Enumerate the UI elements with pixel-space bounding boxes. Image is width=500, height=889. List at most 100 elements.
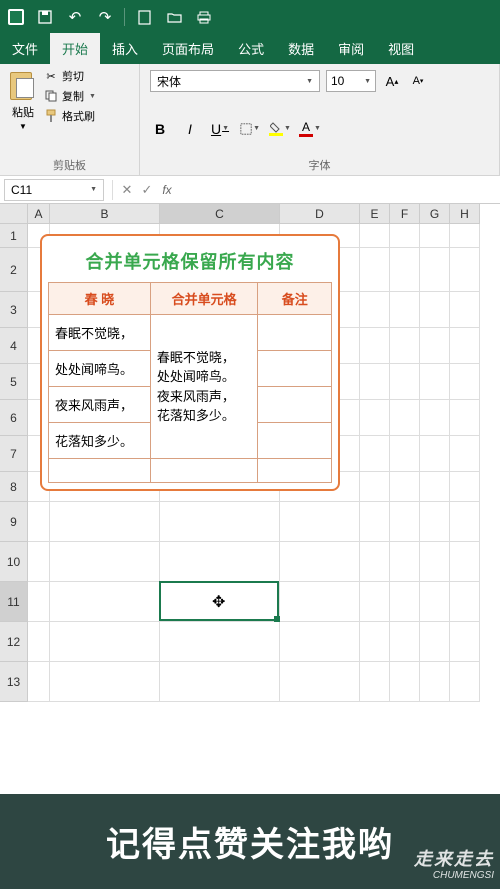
row-header[interactable]: 6 [0,400,28,436]
fx-button[interactable]: fx [157,183,177,197]
cell[interactable] [28,582,50,622]
column-header[interactable]: D [280,204,360,224]
cell[interactable] [28,502,50,542]
cell[interactable] [420,582,450,622]
cell[interactable] [450,582,480,622]
cell[interactable] [420,364,450,400]
cell[interactable] [390,224,420,248]
cell[interactable] [160,542,280,582]
cell[interactable] [390,328,420,364]
border-button[interactable]: ▼ [240,119,260,139]
row-header[interactable]: 12 [0,622,28,662]
cell[interactable] [280,622,360,662]
confirm-formula-button[interactable]: ✓ [137,182,157,198]
row-header[interactable]: 7 [0,436,28,472]
tab-file[interactable]: 文件 [0,33,50,64]
cell[interactable] [160,502,280,542]
undo-button[interactable]: ↶ [64,6,86,28]
cell[interactable] [420,542,450,582]
font-size-select[interactable]: 10 ▼ [326,70,376,92]
row-header[interactable]: 4 [0,328,28,364]
column-header[interactable]: A [28,204,50,224]
name-box[interactable]: C11 ▼ [4,179,104,201]
cell[interactable] [420,224,450,248]
cell[interactable] [360,292,390,328]
cell[interactable] [28,542,50,582]
decrease-font-button[interactable]: A▾ [408,71,428,91]
cell[interactable] [420,292,450,328]
cell[interactable] [360,400,390,436]
cell[interactable] [450,502,480,542]
cell[interactable] [420,502,450,542]
cell[interactable] [280,582,360,622]
cell[interactable] [450,662,480,702]
cell[interactable] [450,292,480,328]
cell[interactable] [160,662,280,702]
tab-review[interactable]: 审阅 [326,33,376,64]
column-header[interactable]: C [160,204,280,224]
cell[interactable] [390,248,420,292]
cancel-formula-button[interactable]: ✕ [117,182,137,198]
row-header[interactable]: 2 [0,248,28,292]
cell[interactable] [360,542,390,582]
tab-data[interactable]: 数据 [276,33,326,64]
cell[interactable] [450,248,480,292]
cell[interactable] [360,502,390,542]
cell[interactable] [450,622,480,662]
cell[interactable] [360,248,390,292]
cell[interactable] [390,436,420,472]
tab-insert[interactable]: 插入 [100,33,150,64]
cell[interactable] [360,364,390,400]
row-header[interactable]: 13 [0,662,28,702]
cell[interactable] [50,502,160,542]
cell[interactable] [450,472,480,502]
cell[interactable] [390,400,420,436]
save-button[interactable] [34,6,56,28]
cell[interactable] [28,622,50,662]
cell[interactable] [420,436,450,472]
cell[interactable] [160,622,280,662]
chevron-down-icon[interactable]: ▼ [19,122,27,131]
cell[interactable] [390,364,420,400]
new-button[interactable] [133,6,155,28]
cell[interactable] [420,622,450,662]
row-header[interactable]: 1 [0,224,28,248]
cell[interactable] [450,328,480,364]
cell[interactable] [50,582,160,622]
tab-view[interactable]: 视图 [376,33,426,64]
cell[interactable] [450,224,480,248]
open-button[interactable] [163,6,185,28]
paste-button[interactable]: 粘贴 ▼ [8,68,38,131]
font-color-button[interactable]: A▼ [300,119,320,139]
column-header[interactable]: B [50,204,160,224]
increase-font-button[interactable]: A▴ [382,71,402,91]
cell[interactable] [420,400,450,436]
copy-button[interactable]: 复制 ▼ [44,88,96,104]
column-header[interactable]: E [360,204,390,224]
font-name-select[interactable]: 宋体 ▼ [150,70,320,92]
cell[interactable] [50,622,160,662]
tab-formula[interactable]: 公式 [226,33,276,64]
cell[interactable] [280,542,360,582]
cell[interactable] [390,542,420,582]
cell[interactable] [420,248,450,292]
cell[interactable] [390,292,420,328]
cell[interactable] [50,662,160,702]
column-header[interactable]: H [450,204,480,224]
row-header[interactable]: 8 [0,472,28,502]
cell[interactable] [390,582,420,622]
tab-layout[interactable]: 页面布局 [150,33,226,64]
cell[interactable] [420,662,450,702]
worksheet[interactable]: ABCDEFGH12345678910111213✥ 合并单元格保留所有内容 春… [0,204,500,824]
cell[interactable] [450,436,480,472]
cell[interactable] [390,472,420,502]
cut-button[interactable]: ✂ 剪切 [44,68,96,84]
cell[interactable] [360,472,390,502]
italic-button[interactable]: I [180,119,200,139]
cell[interactable] [280,502,360,542]
row-header[interactable]: 5 [0,364,28,400]
cell[interactable] [390,662,420,702]
cell[interactable] [360,328,390,364]
cell[interactable] [360,436,390,472]
cell[interactable] [50,542,160,582]
